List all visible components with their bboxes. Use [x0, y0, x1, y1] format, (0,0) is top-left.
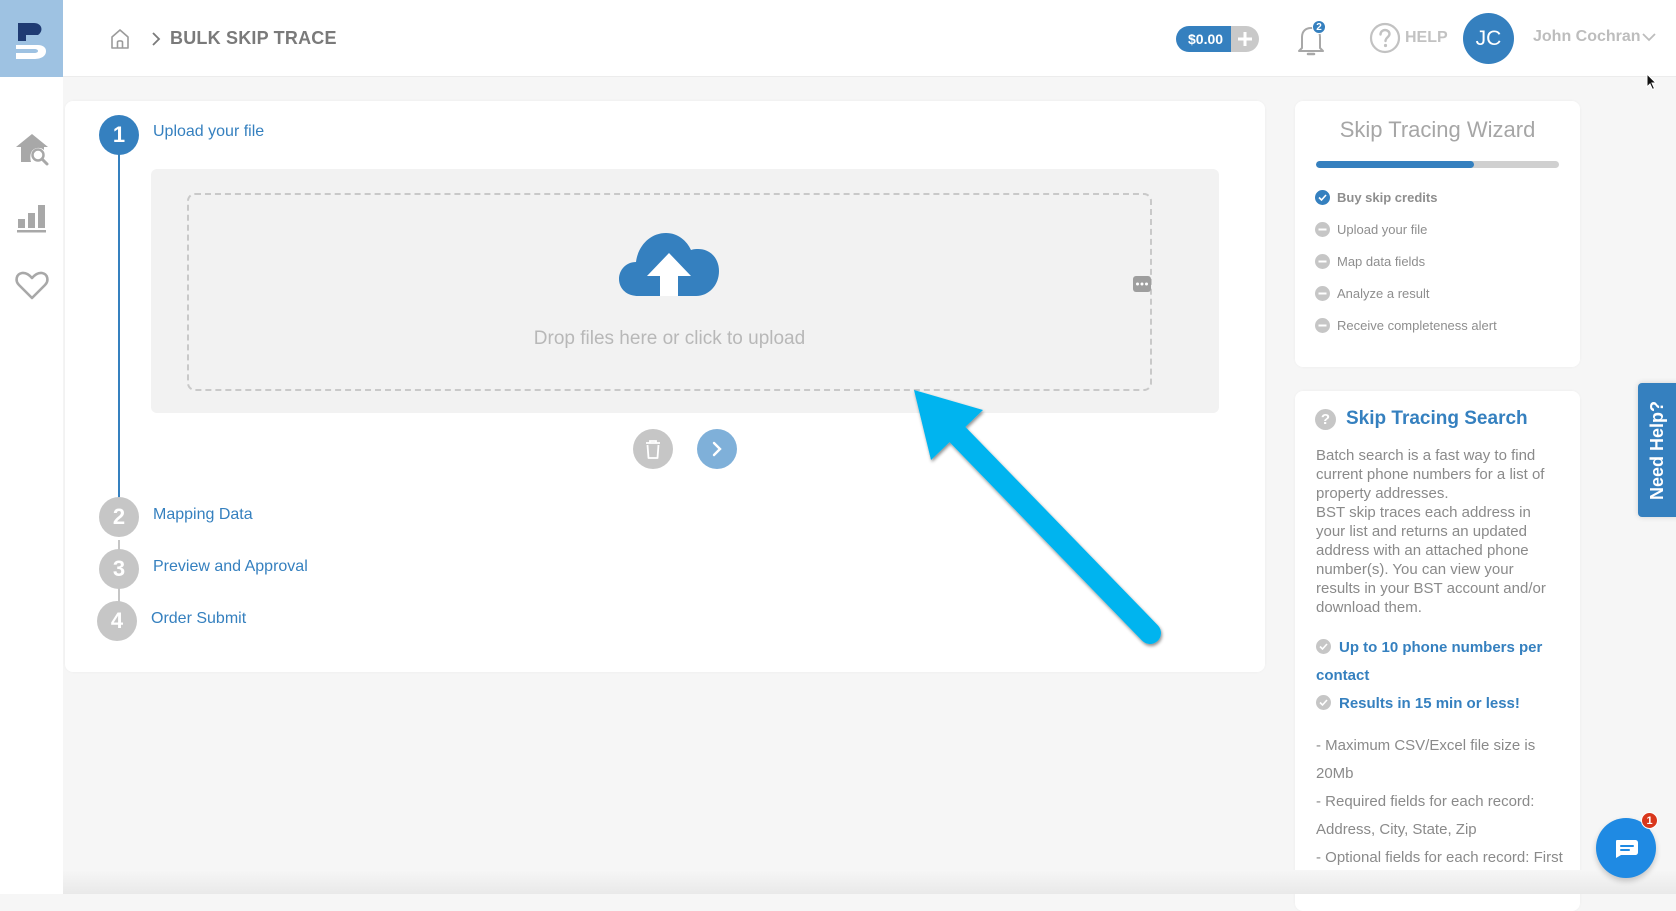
- avatar[interactable]: JC: [1463, 13, 1514, 64]
- minus-circle-icon: [1315, 222, 1330, 237]
- feature-text: Up to 10 phone numbers per contact: [1316, 639, 1543, 684]
- home-icon[interactable]: [108, 27, 132, 51]
- wizard-title: Skip Tracing Wizard: [1339, 117, 1536, 142]
- page-bottom-shadow: [63, 870, 1676, 894]
- step-4-label[interactable]: Order Submit: [151, 610, 246, 628]
- mouse-cursor-icon: [1646, 73, 1658, 91]
- step-3-number: 3: [99, 549, 139, 589]
- note-item: - Required fields for each record: Addre…: [1316, 793, 1535, 838]
- house-search-icon[interactable]: [14, 130, 50, 166]
- step-connector-active: [118, 154, 120, 499]
- wizard-progress-bar: [1316, 161, 1559, 168]
- help-label: HELP: [1405, 29, 1448, 46]
- feature-text: Results in 15 min or less!: [1339, 695, 1520, 712]
- wizard-step-label: Analyze a result: [1337, 286, 1430, 301]
- question-icon: ?: [1315, 409, 1336, 430]
- info-title: Skip Tracing Search: [1346, 408, 1528, 429]
- info-description: Batch search is a fast way to find curre…: [1316, 446, 1561, 617]
- wizard-step-label: Receive completeness alert: [1337, 318, 1497, 333]
- wizard-step-label: Upload your file: [1337, 222, 1428, 237]
- check-circle-icon: [1316, 695, 1331, 710]
- step-1-label[interactable]: Upload your file: [153, 123, 264, 141]
- minus-circle-icon: [1315, 318, 1330, 333]
- more-icon: [1136, 282, 1148, 286]
- top-header: BULK SKIP TRACE $0.00 2 HELP JC John Coc…: [0, 0, 1676, 77]
- logo[interactable]: [0, 0, 63, 77]
- chevron-right-icon: [712, 441, 722, 457]
- delete-file-button[interactable]: [633, 429, 673, 469]
- need-help-tab[interactable]: Need Help?: [1638, 383, 1676, 517]
- wizard-step-item: Upload your file: [1315, 222, 1427, 237]
- chat-icon: [1616, 840, 1638, 858]
- chat-unread-badge: 1: [1641, 812, 1658, 829]
- minus-circle-icon: [1315, 254, 1330, 269]
- step-2-label[interactable]: Mapping Data: [153, 506, 253, 524]
- feature-item: Up to 10 phone numbers per contact: [1316, 634, 1561, 690]
- step-4-number: 4: [97, 601, 137, 641]
- trash-icon: [646, 440, 660, 459]
- more-options-button[interactable]: [1133, 276, 1151, 292]
- balance-amount: $0.00: [1176, 26, 1232, 52]
- sidebar: [0, 77, 63, 894]
- balance-widget[interactable]: $0.00: [1176, 26, 1260, 52]
- chevron-down-icon[interactable]: [1641, 30, 1657, 44]
- help-link[interactable]: HELP: [1369, 22, 1448, 54]
- wizard-step-item: Buy skip credits: [1315, 190, 1437, 205]
- need-help-label: Need Help?: [1647, 400, 1668, 500]
- wizard-step-label: Buy skip credits: [1337, 190, 1438, 205]
- logo-icon: [15, 22, 46, 59]
- minus-circle-icon: [1315, 286, 1330, 301]
- notification-count-badge: 2: [1312, 20, 1326, 34]
- add-funds-button[interactable]: [1231, 26, 1260, 52]
- next-step-button[interactable]: [697, 429, 737, 469]
- info-description-2: BST skip traces each address in your lis…: [1316, 504, 1546, 616]
- chevron-right-icon: [152, 32, 161, 46]
- wizard-step-label: Map data fields: [1337, 254, 1426, 269]
- wizard-progress-fill: [1316, 161, 1474, 168]
- step-1-number: 1: [99, 115, 139, 155]
- heart-icon[interactable]: [14, 267, 50, 303]
- note-item: - Maximum CSV/Excel file size is 20Mb: [1316, 737, 1536, 782]
- feature-item: Results in 15 min or less!: [1316, 690, 1561, 718]
- wizard-step-item: Receive completeness alert: [1315, 318, 1497, 333]
- plus-icon: [1238, 32, 1253, 46]
- check-circle-icon: [1316, 639, 1331, 654]
- info-description-1: Batch search is a fast way to find curre…: [1316, 447, 1545, 502]
- step-3-label[interactable]: Preview and Approval: [153, 558, 308, 576]
- wizard-step-item: Analyze a result: [1315, 286, 1430, 301]
- bar-chart-icon[interactable]: [14, 199, 50, 235]
- cloud-upload-icon: [619, 233, 719, 296]
- dropzone-prompt: Drop files here or click to upload: [533, 328, 806, 349]
- check-circle-icon: [1315, 190, 1330, 205]
- wizard-step-item: Map data fields: [1315, 254, 1425, 269]
- step-2-number: 2: [99, 497, 139, 537]
- page-title: BULK SKIP TRACE: [170, 28, 337, 48]
- user-name[interactable]: John Cochran: [1533, 28, 1641, 46]
- question-circle-icon: [1369, 22, 1401, 54]
